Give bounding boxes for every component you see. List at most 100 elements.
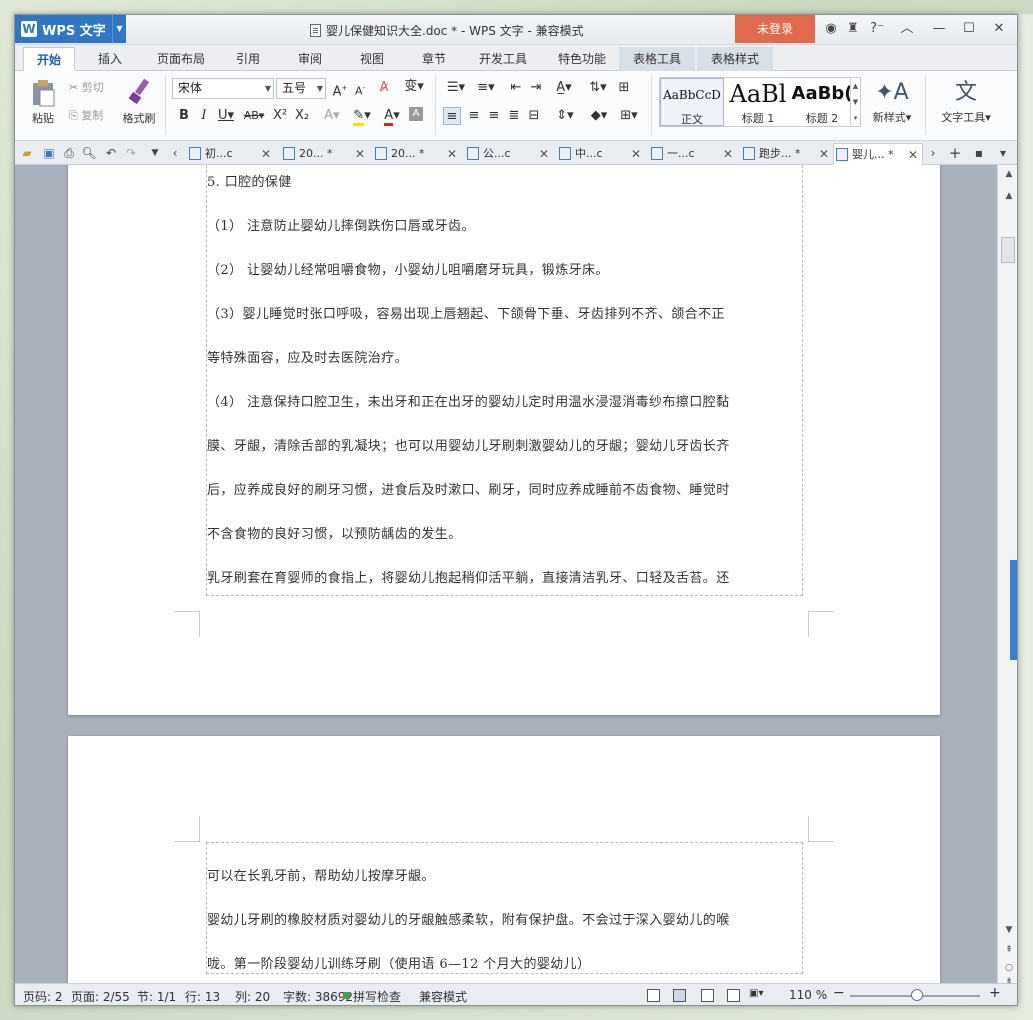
side-panel-toggle[interactable] [1010,560,1017,660]
paragraph-line[interactable]: 后，应养成良好的刷牙习惯，进食后及时漱口、刷牙，同时应养成睡前不齿食物、睡觉时 [207,479,730,498]
paragraph-line[interactable]: （2） 让婴幼儿经常咀嚼食物，小婴幼儿咀嚼磨牙玩具，锻炼牙床。 [207,259,609,278]
format-painter-button[interactable]: 格式刷 [119,77,159,137]
highlight-icon[interactable]: ✎▾ [349,107,375,126]
tab-table-style[interactable]: 表格样式 [697,47,773,71]
spell-check-button[interactable]: 拼写检查 [353,988,401,1005]
border-icon[interactable]: ⊞▾ [615,107,643,125]
scrollbar-thumb[interactable] [1001,237,1015,263]
paragraph-line[interactable]: 可以在长乳牙前，帮助幼儿按摩牙龈。 [207,865,435,884]
status-page-code[interactable]: 页码: 2 [23,988,63,1005]
tab-developer[interactable]: 开发工具 [473,47,533,71]
prev-page-icon[interactable]: ⇞ [998,945,1017,955]
justify-icon[interactable]: ≣ [505,107,523,125]
tab-table-tools[interactable]: 表格工具 [619,47,695,71]
scroll-up-arrow-icon[interactable]: ▲ [998,191,1017,201]
paragraph-line[interactable]: （4） 注意保持口腔卫生，未出牙和正在出牙的婴幼儿定时用温水浸湿消毒纱布擦口腔黏 [207,391,729,410]
style-normal[interactable]: AaBbCcD 正文 [660,78,724,126]
print-preview-icon[interactable]: 🔍︎ [81,143,97,163]
tabs-scroll-left-icon[interactable]: ‹ [167,143,183,163]
status-page[interactable]: 页面: 2/55 [71,988,130,1005]
outline-view-icon[interactable] [701,989,714,1002]
clear-format-icon[interactable]: A̷ [375,79,393,97]
save-icon[interactable]: ▣ [41,143,57,163]
collapse-ribbon-icon[interactable]: ︿ [893,15,921,43]
customize-toolbar-icon[interactable]: ▼ [147,143,163,163]
doc-tab[interactable]: 中...c ✕ [557,143,641,165]
bold-icon[interactable]: B [175,107,193,125]
doc-tab-active[interactable]: 婴儿... * ✕ [833,143,923,165]
paragraph-line[interactable]: 5. 口腔的保健 [207,171,292,190]
view-options-icon[interactable]: ▣▾ [749,988,763,999]
pinyin-icon[interactable]: 变▾ [401,78,427,96]
document-workspace[interactable]: 5. 口腔的保健 （1） 注意防止婴幼儿摔倒跌伤口唇或牙齿。 （2） 让婴幼儿经… [15,165,997,983]
undo-icon[interactable]: ↶ [103,143,119,163]
tab-review[interactable]: 审阅 [287,47,333,71]
scroll-up-icon[interactable]: ▲ [998,169,1017,179]
line-spacing-icon[interactable]: ⇕▾ [551,107,579,125]
shading-icon[interactable]: ◆▾ [585,107,613,125]
tab-page-layout[interactable]: 页面布局 [147,47,215,71]
login-button[interactable]: 未登录 [735,15,815,43]
tab-list-icon[interactable]: ▪ [971,143,987,163]
doc-tab[interactable]: 公...c ✕ [465,143,549,165]
doc-tab[interactable]: 一...c ✕ [649,143,733,165]
fullscreen-icon[interactable] [647,989,660,1002]
close-icon[interactable]: ✕ [723,143,733,165]
paragraph-line[interactable]: 咙。第一阶段婴幼儿训练牙刷（使用语 6—12 个月大的婴幼儿） [207,953,590,972]
paste-button[interactable]: 粘贴 [25,77,61,137]
numbered-list-icon[interactable]: ≡▾ [473,79,499,97]
increase-indent-icon[interactable]: ⇥ [527,79,545,97]
new-tab-icon[interactable]: + [947,143,963,163]
open-icon[interactable]: ▰ [19,143,35,163]
zoom-slider-knob[interactable] [911,989,923,1001]
align-left-icon[interactable]: ≡ [443,107,461,125]
app-menu-button[interactable]: W WPS 文字 ▼ [15,15,126,43]
font-name-select[interactable]: 宋体 ▼ [172,78,274,99]
doc-tab[interactable]: 跑步... * ✕ [741,143,829,165]
maximize-button[interactable]: ☐ [955,15,983,43]
grow-font-icon[interactable]: A+ [331,79,349,99]
close-icon[interactable]: ✕ [631,143,641,165]
doc-tab[interactable]: 20... * ✕ [373,143,457,165]
tab-menu-icon[interactable]: ▾ [995,143,1011,163]
italic-icon[interactable]: I [195,107,213,125]
decrease-indent-icon[interactable]: ⇤ [507,79,525,97]
superscript-icon[interactable]: X² [271,107,289,125]
paragraph-line[interactable]: （3）婴儿睡觉时张口呼吸，容易出现上唇翘起、下颌骨下垂、牙齿排列不齐、颌合不正 [207,303,725,322]
zoom-out-icon[interactable]: − [833,985,845,1001]
text-tools-button[interactable]: 文 文字工具▾ [933,77,999,137]
new-style-button[interactable]: ✦A 新样式▾ [867,77,917,137]
paragraph-line[interactable]: （1） 注意防止婴幼儿摔倒跌伤口唇或牙齿。 [207,215,475,234]
help-icon[interactable]: ?⁻ [863,15,891,43]
tab-view[interactable]: 视图 [349,47,395,71]
close-icon[interactable]: ✕ [261,143,271,165]
app-menu-dropdown-icon[interactable]: ▼ [112,15,126,43]
font-color-icon[interactable]: A▾ [379,107,405,126]
close-icon[interactable]: ✕ [908,144,918,166]
text-effect-icon[interactable]: A▾ [319,107,345,125]
close-icon[interactable]: ✕ [539,143,549,165]
doc-tab[interactable]: 20... * ✕ [281,143,365,165]
style-heading-1[interactable]: AaBl 标题 1 [726,78,790,126]
status-row[interactable]: 行: 13 [185,988,220,1005]
select-browse-icon[interactable]: ○ [998,963,1017,973]
paragraph-line[interactable]: 膜、牙龈，清除舌部的乳凝块；也可以用婴幼儿牙刷刺激婴幼儿的牙龈；婴幼儿牙齿长齐 [207,435,730,454]
sort-icon[interactable]: ⇅▾ [587,79,609,97]
tabs-scroll-right-icon[interactable]: › [925,143,941,163]
status-col[interactable]: 列: 20 [235,988,270,1005]
paragraph-line[interactable]: 不含食物的良好习惯，以预防龋齿的发生。 [207,523,462,542]
subscript-icon[interactable]: X₂ [293,107,311,125]
minimize-button[interactable]: — [925,15,953,43]
tab-chapter[interactable]: 章节 [411,47,457,71]
paragraph-line[interactable]: 婴幼儿牙刷的橡胶材质对婴幼儿的牙龈触感柔软，附有保护盘。不会过于深入婴幼儿的喉 [207,909,730,928]
print-icon[interactable]: ⎙ [61,143,77,163]
align-center-icon[interactable]: ≡ [465,107,483,125]
close-icon[interactable]: ✕ [447,143,457,165]
doc-tab[interactable]: 初...c ✕ [187,143,271,165]
tab-home[interactable]: 开始 [23,47,75,71]
close-button[interactable]: ✕ [985,15,1013,43]
underline-icon[interactable]: U▾ [215,107,237,125]
char-shading-icon[interactable]: A [409,107,423,121]
status-section[interactable]: 节: 1/1 [137,988,176,1005]
distributed-icon[interactable]: ⊟ [525,107,543,125]
